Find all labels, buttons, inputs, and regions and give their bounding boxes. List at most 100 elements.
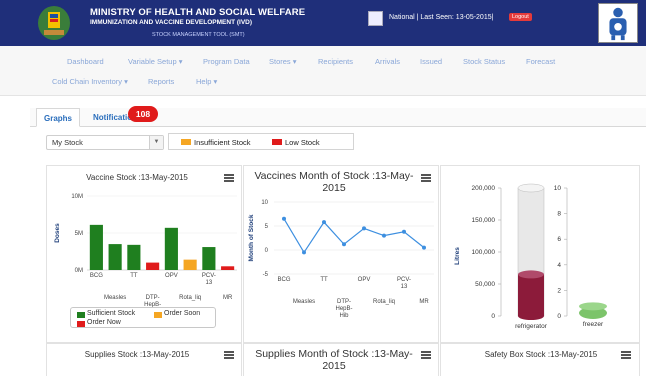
nav-program-data[interactable]: Program Data xyxy=(203,57,250,66)
stock-legend: Insufficient Stock Low Stock xyxy=(168,133,354,150)
point-opv xyxy=(362,226,366,231)
y-tick-label-right: 4 xyxy=(557,262,561,269)
supplies-month-of-stock-title: Supplies Month of Stock :13-May-2015 xyxy=(255,348,413,372)
org-subtitle: IMMUNIZATION AND VACCINE DEVELOPMENT (IV… xyxy=(90,19,253,26)
refrigerator-bottom xyxy=(518,312,544,320)
y-tick-label: 0 xyxy=(265,248,269,254)
nav-forecast[interactable]: Forecast xyxy=(526,57,555,66)
program-logo xyxy=(598,3,638,43)
vaccines-month-of-stock-menu-icon[interactable] xyxy=(421,174,431,182)
x-tick-label: TT xyxy=(320,277,328,283)
point-mr xyxy=(422,245,426,250)
x-tick-label: OPV xyxy=(358,277,371,283)
point-dtp-hepb-hib xyxy=(342,242,346,247)
refrigerator-used-top xyxy=(518,270,544,279)
y-tick-label: -5 xyxy=(263,272,269,278)
legend-swatch-order-now xyxy=(77,321,85,327)
nav-reports[interactable]: Reports xyxy=(148,77,174,86)
supplies-month-of-stock-menu-icon[interactable] xyxy=(421,351,431,359)
y-tick-label-left: 150,000 xyxy=(472,217,496,224)
nav-stock-status[interactable]: Stock Status xyxy=(463,57,505,66)
legend-sufficient: Sufficient Stock xyxy=(87,310,136,317)
tab-graphs[interactable]: Graphs xyxy=(36,108,81,127)
vaccines-month-of-stock-panel: Vaccines Month of Stock :13-May-2015 -5 0… xyxy=(243,165,439,343)
x-tick-label: Hib xyxy=(339,313,349,319)
bar-dtp-hepb-hib xyxy=(146,262,160,270)
cold-chain-capacity-panel: 0 50,000 100,000 150,000 200,000 Litres 0 2 4 6 8 1… xyxy=(440,165,640,343)
x-tick-label: refrigerator xyxy=(515,323,548,330)
nav-variable-setup[interactable]: Variable Setup ▾ xyxy=(128,57,183,66)
y-tick-label-left: 0 xyxy=(491,313,495,320)
y-tick-label: 5 xyxy=(265,224,269,230)
x-tick-label: OPV xyxy=(165,273,178,279)
bar-mr xyxy=(221,266,235,270)
legend-order-now: Order Now xyxy=(87,319,121,326)
y-tick-label-right: 8 xyxy=(557,211,561,218)
point-rota_liq xyxy=(382,233,386,238)
vaccines-month-of-stock-chart: -5 0 5 10 Month of Stock BCG Measles TT DTP-HepB… xyxy=(248,200,434,319)
supplies-month-of-stock-panel: Supplies Month of Stock :13-May-2015 xyxy=(243,343,439,376)
refrigerator-used xyxy=(518,274,544,316)
supplies-stock-panel: Supplies Stock :13-May-2015 xyxy=(46,343,242,376)
y-axis-label: Month of Stock xyxy=(248,214,255,261)
legend-order-soon: Order Soon xyxy=(164,310,201,317)
series-line xyxy=(283,218,425,254)
legend-swatch-sufficient xyxy=(77,312,85,318)
low-label: Low Stock xyxy=(285,138,320,147)
vaccines-month-of-stock-title: Vaccines Month of Stock :13-May-2015 xyxy=(254,170,414,194)
refrigerator-top xyxy=(517,183,545,193)
last-seen-text: National | Last Seen: 13-05-2015| xyxy=(389,14,494,21)
y-tick-label: 5M xyxy=(75,231,83,237)
low-swatch xyxy=(272,139,282,145)
vaccine-stock-title: Vaccine Stock :13-May-2015 xyxy=(86,173,188,182)
nav-issued[interactable]: Issued xyxy=(420,57,442,66)
bar-bcg xyxy=(89,224,103,270)
stock-select[interactable]: My Stock ▼ xyxy=(46,135,164,150)
user-icon xyxy=(368,11,383,26)
nav-recipients[interactable]: Recipients xyxy=(318,57,353,66)
x-tick-label: 13 xyxy=(401,284,408,290)
bar-measles xyxy=(108,244,122,270)
notifications-count-badge: 108 xyxy=(128,106,158,122)
vaccine-stock-chart: 0M5M10MDosesBCGMeaslesTTDTP-HepB-HibOPVR… xyxy=(54,194,237,310)
main-nav: Dashboard Variable Setup ▾ Program Data … xyxy=(0,46,646,96)
y-axis-label: Litres xyxy=(454,247,461,265)
point-bcg xyxy=(282,216,286,221)
insufficient-label: Insufficient Stock xyxy=(194,138,251,147)
tab-bar: Graphs Notifications 108 xyxy=(30,106,646,127)
org-title: MINISTRY OF HEALTH AND SOCIAL WELFARE xyxy=(90,7,306,18)
y-tick-label-left: 200,000 xyxy=(472,185,496,192)
x-tick-label: DTP- xyxy=(337,299,351,305)
nav-help[interactable]: Help ▾ xyxy=(196,77,217,86)
nav-arrivals[interactable]: Arrivals xyxy=(375,57,400,66)
bar-opv xyxy=(164,227,178,270)
x-tick-label: MR xyxy=(419,299,429,305)
freezer-top xyxy=(579,302,607,311)
stock-select-value: My Stock xyxy=(52,138,83,147)
insufficient-swatch xyxy=(181,139,191,145)
x-tick-label: Measles xyxy=(293,299,315,305)
x-tick-label: BCG xyxy=(277,277,290,283)
point-tt xyxy=(322,220,326,225)
point-measles xyxy=(302,250,306,255)
x-tick-label: Rota_liq xyxy=(373,299,395,305)
y-tick-label-right: 6 xyxy=(557,236,561,243)
y-tick-label-left: 50,000 xyxy=(475,281,495,288)
safety-box-stock-panel: Safety Box Stock :13-May-2015 xyxy=(440,343,640,376)
y-axis-label: Doses xyxy=(54,223,61,243)
supplies-stock-menu-icon[interactable] xyxy=(224,351,234,359)
y-tick-label-right: 2 xyxy=(557,287,561,294)
nav-cold-chain-inventory[interactable]: Cold Chain Inventory ▾ xyxy=(52,77,128,86)
chevron-down-icon: ▼ xyxy=(149,136,163,149)
nav-stores[interactable]: Stores ▾ xyxy=(269,57,297,66)
safety-box-stock-menu-icon[interactable] xyxy=(621,351,631,359)
y-tick-label: 0M xyxy=(75,268,83,274)
tool-name: STOCK MANAGEMENT TOOL (SMT) xyxy=(152,32,245,38)
x-tick-label: HepB- xyxy=(335,306,352,312)
x-tick-label: 13 xyxy=(206,280,213,286)
vaccine-stock-menu-icon[interactable] xyxy=(224,174,234,182)
y-tick-label: 10M xyxy=(71,194,83,200)
app: MINISTRY OF HEALTH AND SOCIAL WELFARE IM… xyxy=(0,0,646,376)
logout-button[interactable]: Logout xyxy=(509,13,532,21)
nav-dashboard[interactable]: Dashboard xyxy=(67,57,104,66)
